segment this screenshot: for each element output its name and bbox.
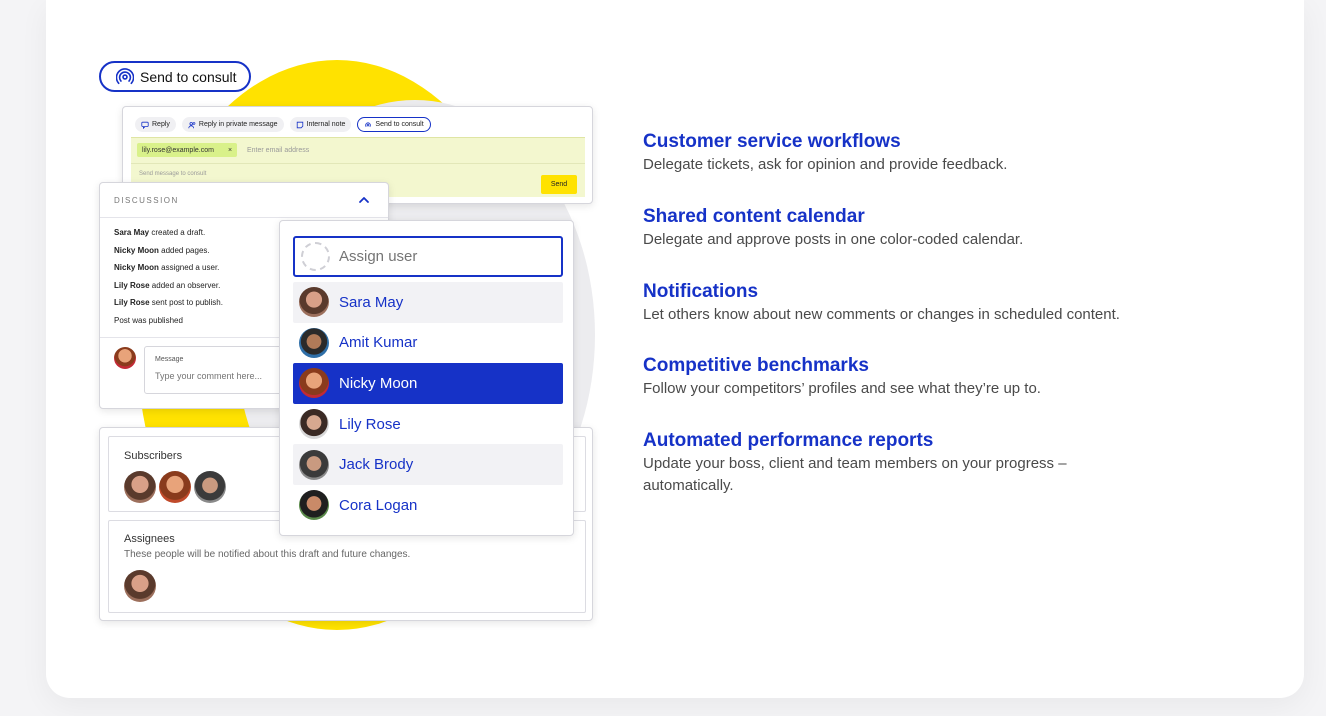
users-icon [188, 121, 196, 128]
comment-input[interactable] [155, 371, 285, 381]
consult-message-input[interactable]: Send message to consult [139, 171, 206, 177]
user-option-cora-logan[interactable]: Cora Logan [293, 485, 563, 526]
discussion-header[interactable]: DISCUSSION [100, 183, 388, 218]
send-button[interactable]: Send [541, 175, 577, 194]
pill-label: Send to consult [140, 68, 237, 85]
avatar [114, 347, 136, 369]
assignees-label: Assignees [124, 533, 175, 545]
feature-title: Competitive benchmarks [643, 355, 869, 376]
user-option-amit-kumar[interactable]: Amit Kumar [293, 323, 563, 364]
avatar[interactable] [159, 471, 191, 503]
feature-title: Notifications [643, 281, 759, 302]
assignees-note: These people will be notified about this… [124, 549, 411, 560]
tab-reply-private[interactable]: Reply in private message [181, 117, 284, 132]
avatar [299, 490, 329, 521]
assign-user-input[interactable] [339, 248, 539, 265]
user-list: Sara May Amit Kumar Nicky Moon Lily Rose… [293, 282, 563, 526]
empty-avatar-icon [301, 242, 330, 271]
avatar [299, 449, 329, 480]
tab-send-to-consult[interactable]: Send to consult [357, 117, 431, 132]
broadcast-icon [365, 121, 372, 127]
user-option-nicky-moon[interactable]: Nicky Moon [293, 363, 563, 404]
note-icon [296, 121, 303, 128]
subscribers-label: Subscribers [124, 450, 183, 462]
message-label: Message [155, 356, 184, 363]
feature-title: Customer service workflows [643, 131, 901, 152]
feature-desc: Delegate tickets, ask for opinion and pr… [643, 156, 1008, 173]
user-option-lily-rose[interactable]: Lily Rose [293, 404, 563, 445]
feature-desc: Update your boss, client and team member… [643, 455, 1067, 494]
avatar [299, 327, 329, 358]
broadcast-icon [116, 67, 134, 84]
user-option-jack-brody[interactable]: Jack Brody [293, 444, 563, 485]
email-input[interactable]: Enter email address [247, 147, 309, 154]
avatar[interactable] [124, 471, 156, 503]
feature-desc: Follow your competitors’ profiles and se… [643, 380, 1041, 397]
feature-desc: Let others know about new comments or ch… [643, 306, 1120, 323]
assign-user-field[interactable] [293, 236, 563, 277]
features-list: Customer service workflows Delegate tick… [643, 130, 1203, 497]
feature-item: Shared content calendar Delegate and app… [643, 205, 1203, 280]
avatar [299, 409, 329, 440]
avatar[interactable] [124, 570, 156, 602]
chat-icon [141, 121, 149, 129]
user-option-sara-may[interactable]: Sara May [293, 282, 563, 323]
feature-item: Customer service workflows Delegate tick… [643, 130, 1203, 205]
assign-user-dropdown: Sara May Amit Kumar Nicky Moon Lily Rose… [279, 220, 574, 536]
send-to-consult-pill[interactable]: Send to consult [99, 61, 251, 92]
discussion-title: DISCUSSION [114, 195, 179, 205]
feature-title: Shared content calendar [643, 206, 865, 227]
chip-remove-icon[interactable]: × [228, 147, 232, 154]
feature-item: Notifications Let others know about new … [643, 280, 1203, 354]
feature-title: Automated performance reports [643, 430, 934, 451]
chevron-up-icon[interactable] [358, 194, 370, 206]
feature-item: Automated performance reports Update you… [643, 429, 1123, 497]
email-chip[interactable]: lily.rose@example.com × [137, 143, 238, 157]
avatar[interactable] [194, 471, 226, 503]
tab-reply[interactable]: Reply [135, 117, 176, 132]
subscribers-avatars [124, 471, 226, 503]
feature-desc: Delegate and approve posts in one color-… [643, 231, 1024, 248]
reply-divider [131, 163, 585, 164]
avatar [299, 287, 329, 318]
tab-internal-note[interactable]: Internal note [289, 117, 352, 132]
reply-tabs: Reply Reply in private message Internal … [123, 107, 592, 137]
feature-item: Competitive benchmarks Follow your compe… [643, 354, 1203, 429]
avatar [299, 368, 329, 399]
